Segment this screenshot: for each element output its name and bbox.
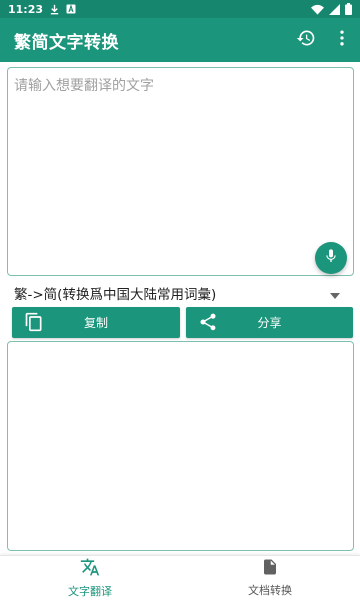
app-notification-icon [66, 4, 76, 14]
source-text-input[interactable] [8, 68, 353, 275]
history-icon [296, 28, 316, 52]
nav-item-text-translate[interactable]: 文字翻译 [0, 556, 180, 600]
conversion-mode-select[interactable]: 繁->简(转换爲中国大陆常用词彙) [7, 280, 354, 306]
result-output-box[interactable] [7, 341, 354, 551]
wifi-icon [311, 4, 324, 15]
document-icon [261, 558, 279, 580]
input-box [7, 67, 354, 276]
nav-item-document-convert[interactable]: 文档转换 [180, 556, 360, 600]
mic-icon [323, 248, 339, 268]
status-left: 11:23 [8, 3, 76, 16]
bottom-navigation: 文字翻译 文档转换 [0, 555, 360, 600]
status-time: 11:23 [8, 2, 44, 16]
download-icon [49, 4, 60, 15]
nav-label-document-convert: 文档转换 [248, 584, 292, 597]
translate-icon [80, 557, 100, 581]
copy-button[interactable]: 复制 [12, 307, 180, 338]
status-right [311, 3, 352, 15]
copy-icon [24, 312, 44, 336]
app-actions [288, 22, 360, 58]
conversion-mode-label: 繁->简(转换爲中国大陆常用词彙) [14, 287, 217, 303]
signal-icon [329, 3, 340, 15]
voice-input-button[interactable] [315, 242, 347, 274]
dropdown-arrow-icon [330, 284, 340, 303]
history-button[interactable] [288, 22, 324, 58]
more-vert-icon [332, 28, 352, 52]
app-title: 繁简文字转换 [14, 32, 119, 53]
more-options-button[interactable] [324, 22, 360, 58]
share-button-label: 分享 [257, 316, 282, 330]
status-bar: 11:23 [0, 0, 360, 18]
share-icon [198, 312, 218, 336]
copy-button-label: 复制 [83, 316, 108, 330]
nav-label-text-translate: 文字翻译 [68, 585, 112, 598]
app-bar: 繁简文字转换 [0, 18, 360, 62]
share-button[interactable]: 分享 [186, 307, 353, 338]
battery-icon [345, 3, 352, 15]
